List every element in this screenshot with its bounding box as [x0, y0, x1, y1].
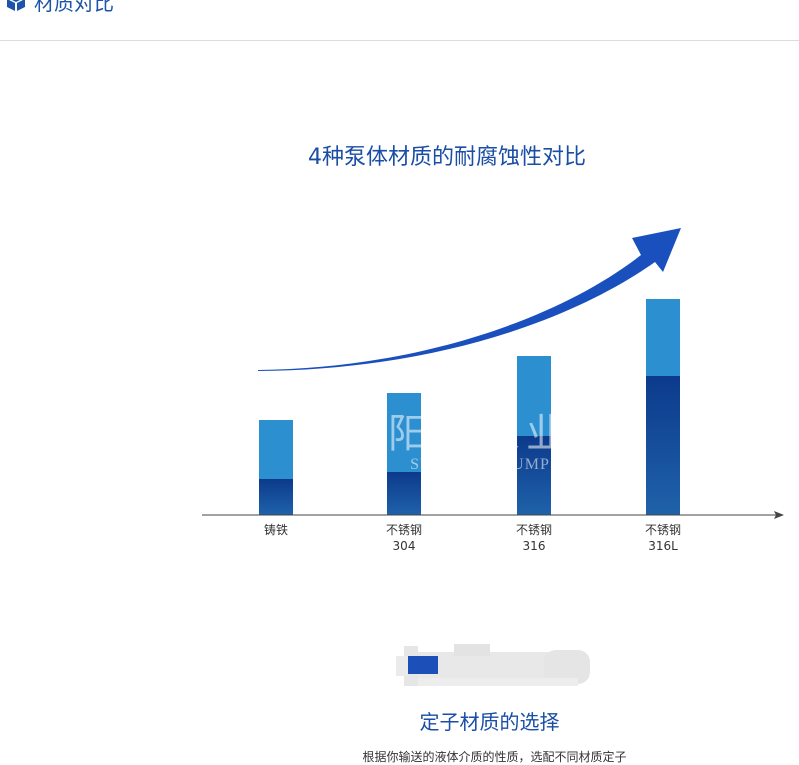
stator-section-desc: 根据你输送的液体介质的性质，选配不同材质定子	[362, 750, 627, 764]
bar-segment-0	[259, 479, 293, 515]
bar-segment-2	[517, 436, 551, 515]
bar-segment-1	[387, 472, 421, 515]
tick-label-1-0: 不锈钢	[386, 523, 422, 537]
tick-label-1-1: 304	[393, 539, 416, 553]
tick-label-2-0: 不锈钢	[516, 523, 552, 537]
stator-section-title: 定子材质的选择	[419, 710, 560, 734]
tick-label-2-1: 316	[523, 539, 546, 553]
bar-segment-3	[646, 376, 680, 515]
tick-label-0-0: 铸铁	[264, 522, 288, 537]
tick-label-3-0: 不锈钢	[645, 523, 681, 537]
tick-label-3-1: 316L	[648, 539, 678, 553]
trend-arrow	[258, 228, 681, 371]
screw-pump-icon	[396, 644, 590, 686]
